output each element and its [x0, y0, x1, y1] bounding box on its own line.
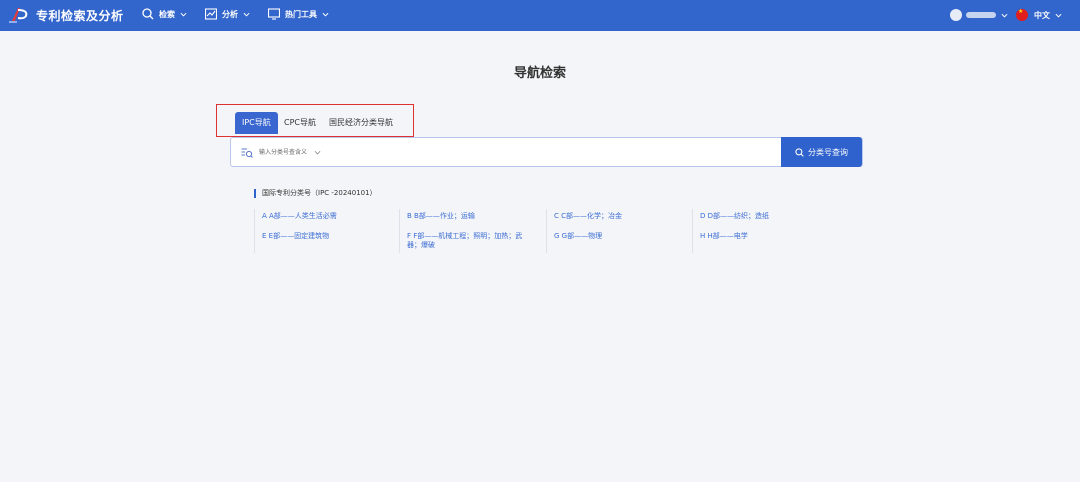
nav-analyze[interactable]: 分析 — [205, 8, 250, 20]
ipc-section-f[interactable]: F F部——机械工程；照明；加热；武器；爆破 — [407, 232, 535, 250]
tab-national-economy[interactable]: 国民经济分类导航 — [322, 112, 400, 134]
search-icon — [142, 8, 154, 20]
chevron-down-icon — [1001, 13, 1008, 18]
ipc-section-c[interactable]: C C部——化学；冶金 — [554, 212, 682, 221]
avatar — [950, 9, 962, 21]
chevron-down-icon — [322, 12, 329, 17]
classification-search-button[interactable]: 分类号查询 — [781, 137, 862, 167]
top-nav-bar: 专利检索及分析 检索 分析 热门工具 中文 — [0, 0, 1080, 31]
grid-column: B B部——作业；运输 F F部——机械工程；照明；加热；武器；爆破 — [399, 209, 546, 253]
logo-icon[interactable] — [8, 5, 30, 25]
nav-search[interactable]: 检索 — [142, 8, 187, 20]
tab-ipc[interactable]: IPC导航 — [235, 112, 278, 134]
language-switch[interactable]: 中文 — [1016, 8, 1062, 21]
page-title: 导航检索 — [513, 66, 566, 81]
ipc-section-g[interactable]: G G部——物理 — [554, 232, 682, 241]
section-header-text: 国际专利分类号（IPC -20240101） — [262, 189, 377, 197]
monitor-icon — [268, 8, 280, 20]
ipc-section-d[interactable]: D D部——纺织；造纸 — [700, 212, 828, 221]
app-title[interactable]: 专利检索及分析 — [36, 7, 124, 24]
list-search-icon — [241, 148, 253, 158]
classification-search-bar: 分类号查询 — [230, 137, 863, 167]
grid-column: C C部——化学；冶金 G G部——物理 — [546, 209, 692, 253]
chevron-down-icon[interactable] — [314, 150, 321, 156]
nav-search-label: 检索 — [159, 9, 175, 19]
section-marker — [254, 188, 256, 198]
chevron-down-icon — [1055, 13, 1062, 18]
search-button-label: 分类号查询 — [808, 147, 848, 157]
ipc-section-a[interactable]: A A部——人类生活必需 — [262, 212, 390, 221]
chevron-down-icon — [243, 12, 250, 17]
ipc-section-h[interactable]: H H部——电学 — [700, 232, 828, 241]
classification-search-input[interactable] — [259, 146, 559, 160]
nav-analyze-label: 分析 — [222, 9, 238, 19]
grid-column: A A部——人类生活必需 E E部——固定建筑物 — [254, 209, 399, 253]
grid-column: D D部——纺织；造纸 H H部——电学 — [692, 209, 838, 253]
nav-tools-label: 热门工具 — [285, 9, 317, 19]
nav-tools[interactable]: 热门工具 — [268, 8, 329, 20]
ipc-section-grid: A A部——人类生活必需 E E部——固定建筑物 B B部——作业；运输 F F… — [254, 209, 850, 253]
tab-cpc[interactable]: CPC导航 — [277, 112, 323, 134]
user-menu[interactable] — [950, 9, 1008, 21]
ipc-section-header: 国际专利分类号（IPC -20240101） — [254, 188, 377, 198]
china-flag-icon — [1016, 8, 1028, 21]
search-icon — [795, 147, 804, 157]
ipc-section-e[interactable]: E E部——固定建筑物 — [262, 232, 390, 241]
user-name-redacted — [966, 12, 996, 18]
language-label: 中文 — [1034, 10, 1050, 20]
chevron-down-icon — [180, 12, 187, 17]
chart-icon — [205, 8, 217, 20]
ipc-section-b[interactable]: B B部——作业；运输 — [407, 212, 535, 221]
